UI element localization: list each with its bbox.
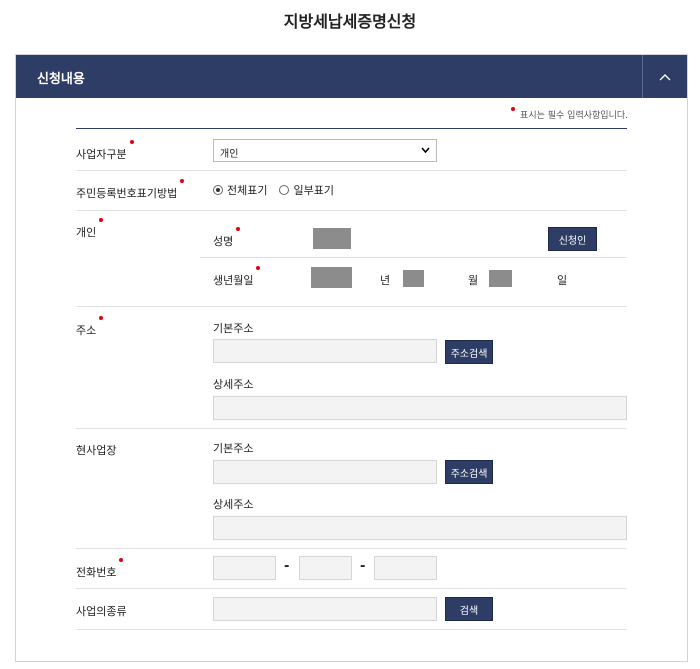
- divider: [76, 210, 627, 211]
- chevron-up-icon: [659, 73, 671, 80]
- divider: [76, 428, 627, 429]
- workplace-detail-input[interactable]: [213, 516, 627, 540]
- birth-day-masked: [489, 270, 512, 287]
- business-category-search-button[interactable]: 검색: [445, 597, 493, 621]
- birth-date-label: 생년월일: [213, 266, 261, 288]
- year-unit: 년: [380, 274, 391, 287]
- required-dot-icon: [129, 140, 134, 144]
- business-type-label: 사업자구분: [76, 140, 134, 162]
- phone-separator: -: [360, 559, 366, 574]
- collapse-button[interactable]: [642, 55, 687, 98]
- address-search-button[interactable]: 주소검색: [445, 340, 493, 364]
- phone-part1-input[interactable]: [213, 556, 276, 580]
- workplace-search-button[interactable]: 주소검색: [445, 460, 493, 484]
- business-category-label: 사업의종류: [76, 605, 127, 618]
- business-type-select[interactable]: 개인: [213, 139, 437, 162]
- individual-label: 개인: [76, 218, 104, 240]
- phone-label: 전화번호: [76, 558, 124, 580]
- workplace-basic-input[interactable]: [213, 460, 437, 484]
- radio-full-display[interactable]: [213, 185, 223, 195]
- divider: [76, 548, 627, 549]
- rrn-display-label: 주민등록번호표기방법: [76, 179, 185, 201]
- name-label: 성명: [213, 227, 241, 249]
- address-detail-label: 상세주소: [213, 378, 254, 391]
- panel-header: 신청내용: [16, 55, 687, 98]
- address-basic-label: 기본주소: [213, 322, 254, 335]
- workplace-label: 현사업장: [76, 444, 117, 457]
- divider: [76, 306, 627, 307]
- radio-full-display-label[interactable]: 전체표기: [227, 182, 267, 198]
- page-title: 지방세납세증명신청: [283, 12, 417, 31]
- panel-title: 신청내용: [37, 72, 85, 87]
- birth-year-masked: [311, 267, 352, 288]
- birth-month-masked: [403, 270, 424, 287]
- phone-part3-input[interactable]: [374, 556, 437, 580]
- radio-partial-display[interactable]: [279, 185, 290, 195]
- phone-separator: -: [284, 559, 290, 574]
- phone-part2-input[interactable]: [299, 556, 352, 580]
- month-unit: 월: [468, 274, 479, 287]
- workplace-detail-label: 상세주소: [213, 498, 254, 511]
- applicant-button[interactable]: 신청인: [548, 227, 597, 251]
- divider: [76, 170, 627, 171]
- required-notice: 표시는 필수 입력사항입니다.: [511, 107, 628, 121]
- required-notice-text: 표시는 필수 입력사항입니다.: [520, 111, 628, 121]
- address-detail-input[interactable]: [213, 396, 627, 420]
- divider: [200, 257, 627, 258]
- day-unit: 일: [557, 274, 568, 287]
- divider: [76, 629, 627, 630]
- name-value-masked: [313, 228, 351, 249]
- business-type-selected: 개인: [220, 149, 239, 160]
- form-top-divider: [76, 128, 627, 129]
- address-label: 주소: [76, 316, 104, 338]
- workplace-basic-label: 기본주소: [213, 442, 254, 455]
- chevron-down-icon: [421, 147, 430, 153]
- rrn-display-radio-group: 전체표기 일부표기: [213, 182, 334, 198]
- address-basic-input[interactable]: [213, 339, 437, 363]
- divider: [76, 588, 627, 589]
- business-category-input[interactable]: [213, 597, 437, 621]
- radio-partial-display-label[interactable]: 일부표기: [293, 182, 333, 198]
